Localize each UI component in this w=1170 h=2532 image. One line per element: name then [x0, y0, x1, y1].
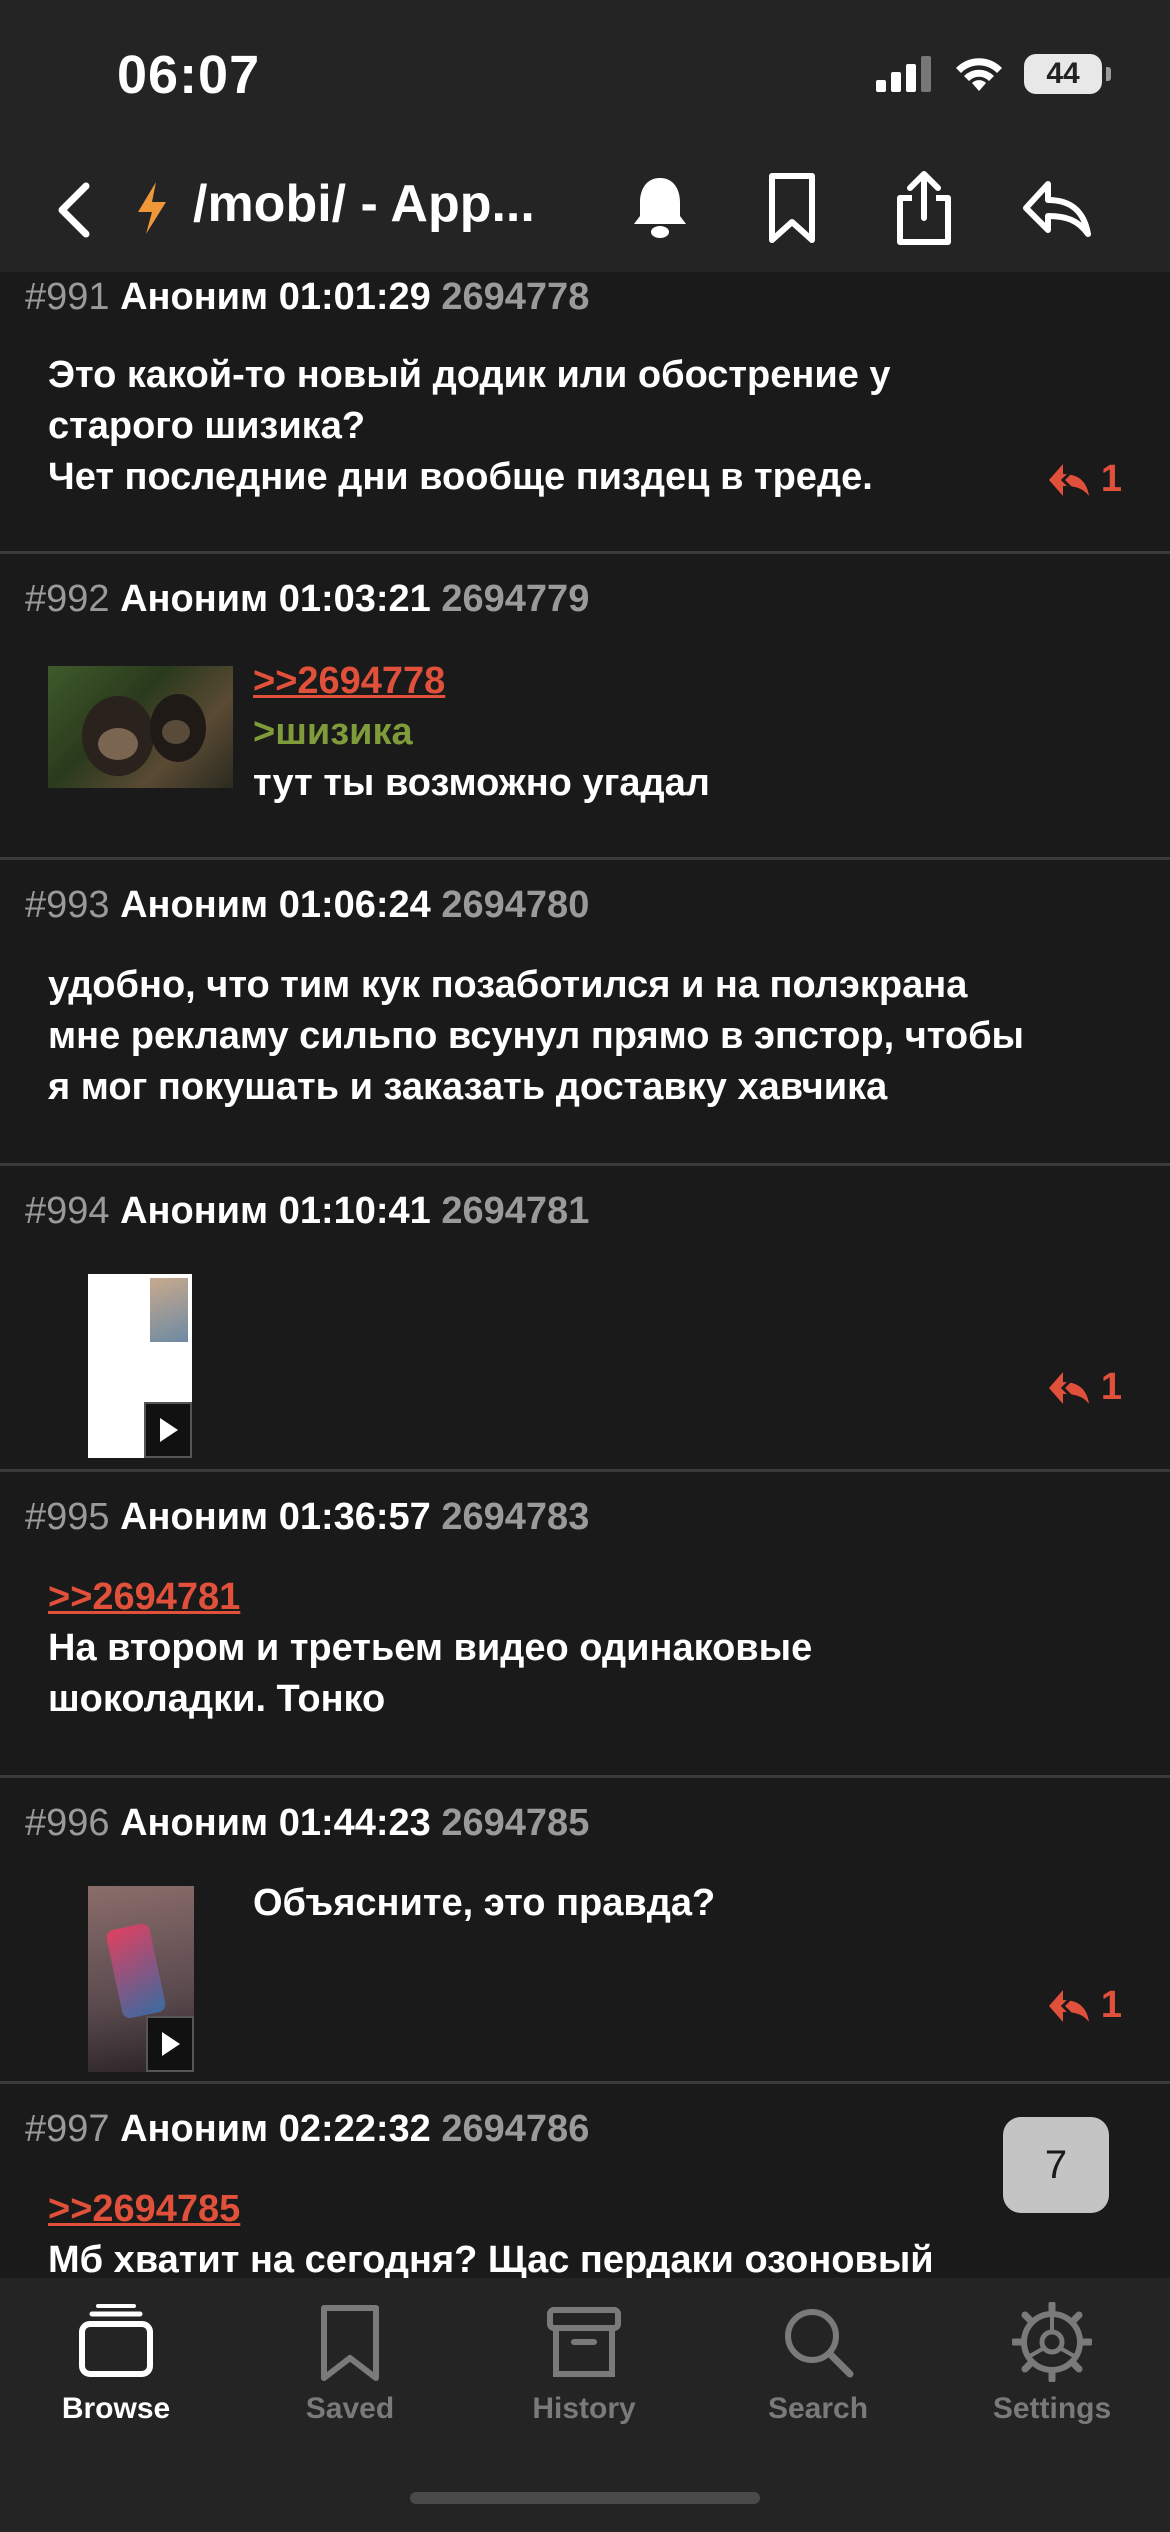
post-header: #996 Аноним 01:44:23 2694785: [25, 1802, 590, 1844]
replies-counter[interactable]: 1: [1047, 1366, 1122, 1409]
reply-arrow-icon: [1048, 1371, 1089, 1404]
post-header: #991 Аноним 01:01:29 2694778: [25, 276, 590, 318]
post-header: #995 Аноним 01:36:57 2694783: [25, 1496, 590, 1538]
post-header: #994 Аноним 01:10:41 2694781: [25, 1190, 590, 1232]
bookmark-icon[interactable]: [754, 170, 830, 246]
post-text: >>2694778 >шизика тут ты возможно угадал: [253, 656, 710, 809]
post-991[interactable]: #991 Аноним 01:01:29 2694778 Это какой-т…: [0, 272, 1170, 554]
bookmark-icon: [321, 2305, 379, 2381]
post-994[interactable]: #994 Аноним 01:10:41 2694781 1: [0, 1166, 1170, 1472]
video-thumbnail[interactable]: [88, 1274, 192, 1458]
tab-search[interactable]: Search: [718, 2292, 918, 2432]
tab-saved[interactable]: Saved: [250, 2292, 450, 2432]
status-icons: 44: [876, 54, 1111, 94]
share-icon[interactable]: [886, 170, 962, 246]
post-text: >>2694785 Мб хватит на сегодня? Щас перд…: [48, 2184, 934, 2286]
bell-icon[interactable]: [622, 170, 698, 246]
unread-count-button[interactable]: 7: [1003, 2117, 1109, 2213]
post-text: Это какой-то новый додик или обострение …: [48, 354, 891, 498]
bolt-icon: [138, 182, 166, 234]
post-text: >>2694781 На втором и третьем видео один…: [48, 1572, 812, 1725]
home-indicator: [410, 2492, 760, 2504]
tab-browse[interactable]: Browse: [16, 2292, 216, 2432]
post-995[interactable]: #995 Аноним 01:36:57 2694783 >>2694781 Н…: [0, 1472, 1170, 1778]
reply-arrow-icon: [1048, 1989, 1089, 2022]
replies-counter[interactable]: 1: [1047, 1984, 1122, 2027]
tab-history[interactable]: History: [484, 2292, 684, 2432]
post-header: #993 Аноним 01:06:24 2694780: [25, 884, 590, 926]
post-header: #992 Аноним 01:03:21 2694779: [25, 578, 590, 620]
thread-title[interactable]: /mobi/ - App...: [193, 174, 535, 234]
navbar: /mobi/ - App...: [0, 160, 1170, 250]
wifi-icon: [956, 58, 1002, 91]
post-996[interactable]: #996 Аноним 01:44:23 2694785 Объясните, …: [0, 1778, 1170, 2084]
chimpanzee-image-icon: [82, 694, 206, 776]
archive-icon: [547, 2307, 621, 2377]
search-icon: [785, 2309, 854, 2378]
header: 06:07 44 /mobi/ - App...: [0, 0, 1170, 272]
video-thumbnail[interactable]: [88, 1886, 194, 2072]
post-992[interactable]: #992 Аноним 01:03:21 2694779 >>2694778 >…: [0, 554, 1170, 860]
reply-icon[interactable]: [1018, 170, 1094, 246]
reply-link[interactable]: >>2694778: [253, 656, 710, 707]
post-text: удобно, что тим кук позаботился и на пол…: [48, 964, 1024, 1108]
reply-arrow-icon: [1048, 463, 1089, 496]
replies-counter[interactable]: 1: [1047, 458, 1122, 501]
post-image-thumbnail[interactable]: [48, 666, 233, 788]
post-header: #997 Аноним 02:22:32 2694786: [25, 2108, 590, 2150]
play-icon: [144, 1402, 192, 1458]
reply-link[interactable]: >>2694785: [48, 2184, 934, 2235]
play-icon: [146, 2016, 194, 2072]
greentext-quote: >шизика: [253, 711, 413, 753]
post-993[interactable]: #993 Аноним 01:06:24 2694780 удобно, что…: [0, 860, 1170, 1166]
tab-settings[interactable]: Settings: [952, 2292, 1152, 2432]
gear-icon: [1012, 2302, 1092, 2382]
browse-icon: [79, 2304, 153, 2377]
battery-indicator: 44: [1024, 54, 1111, 94]
reply-link[interactable]: >>2694781: [48, 1572, 812, 1623]
post-text: Объясните, это правда?: [253, 1882, 716, 1924]
signal-icon: [876, 56, 931, 92]
back-icon[interactable]: [50, 180, 100, 240]
status-time: 06:07: [117, 45, 261, 105]
